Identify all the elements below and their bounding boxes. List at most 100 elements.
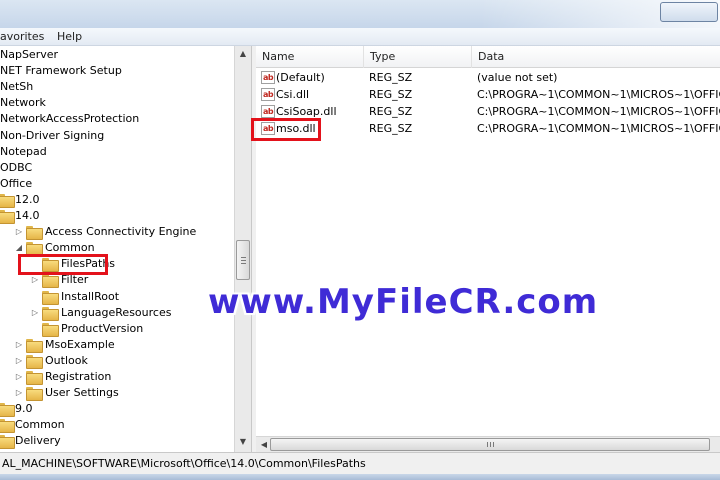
tree-node-label: 12.0 (15, 192, 40, 206)
tree-node-label: MsoExample (45, 337, 115, 351)
tree-node[interactable]: Notepad (0, 144, 234, 160)
tree-node-label: ProductVersion (61, 321, 144, 335)
tree-node[interactable]: Non-Driver Signing (0, 128, 234, 144)
tree-node[interactable]: Delivery (0, 433, 234, 450)
tree-node-label: NetworkAccessProtection (0, 112, 140, 126)
tree-node[interactable]: InstallRoot (0, 289, 234, 305)
list-horizontal-scrollbar[interactable]: ◀ (256, 436, 720, 452)
tree-vertical-scrollbar[interactable]: ▲ ▼ (234, 46, 251, 452)
string-value-icon: ab (261, 71, 275, 84)
tree-node-label: Outlook (45, 353, 88, 367)
registry-key-tree[interactable]: NapServer NET Framework Setup NetSh Network… (0, 46, 234, 452)
column-data[interactable]: Data (472, 46, 720, 68)
string-value-icon: ab (261, 88, 275, 101)
tree-node[interactable]: NapServer (0, 47, 234, 63)
tree-collapsed-arrow-icon[interactable]: ▷ (31, 276, 39, 284)
column-header: Name Type Data (256, 46, 720, 68)
scroll-thumb[interactable] (236, 240, 250, 280)
tree-node[interactable]: 12.0 (0, 192, 234, 208)
value-type: REG_SZ (369, 105, 413, 118)
tree-node[interactable]: ▷ Registration (0, 369, 234, 385)
tree-node-label: 9.0 (15, 402, 33, 416)
folder-icon (0, 435, 15, 450)
folder-icon (26, 387, 43, 402)
tree-node[interactable]: ▷ Access Connectivity Engine (0, 224, 234, 241)
scroll-up-arrow-icon[interactable]: ▲ (237, 48, 249, 60)
tree-node[interactable]: NetworkAccessProtection (0, 111, 234, 127)
scroll-down-arrow-icon[interactable]: ▼ (237, 436, 249, 448)
menu-favorites[interactable]: avorites (0, 30, 44, 43)
tree-node[interactable]: ▷ User Settings (0, 385, 234, 402)
highlight-box-filespaths (18, 254, 108, 275)
tree-node[interactable]: ▷ LanguageResources (0, 305, 234, 321)
scroll-left-arrow-icon[interactable]: ◀ (258, 439, 270, 451)
scroll-thumb[interactable] (270, 438, 710, 451)
tree-node[interactable]: NetSh (0, 79, 234, 95)
menu-bar: avorites Help (0, 28, 720, 46)
tree-node[interactable]: NET Framework Setup (0, 63, 234, 79)
folder-icon (42, 274, 59, 289)
tree-node[interactable]: ▷ MsoExample (0, 337, 234, 353)
column-name[interactable]: Name (256, 46, 364, 68)
value-type: REG_SZ (369, 71, 413, 84)
tree-node[interactable]: 14.0 (0, 208, 234, 224)
value-row[interactable]: ab Csi.dll REG_SZ C:\PROGRA~1\COMMON~1\MICR… (256, 86, 720, 103)
status-bar-key-path: AL_MACHINE\SOFTWARE\Microsoft\Office\14.… (0, 452, 720, 474)
tree-node-label: Office (0, 176, 33, 190)
value-type: REG_SZ (369, 88, 413, 101)
folder-icon (26, 242, 43, 257)
tree-node-label: LanguageResources (61, 305, 172, 319)
folder-icon (0, 193, 15, 208)
tree-node-label: Network (0, 96, 46, 110)
value-data: (value not set) (477, 71, 558, 84)
tree-node-label: InstallRoot (61, 289, 120, 303)
tree-node[interactable]: ProductVersion (0, 321, 234, 337)
menu-help[interactable]: Help (57, 30, 82, 43)
value-row[interactable]: ab CsiSoap.dll REG_SZ C:\PROGRA~1\COMMON~1\… (256, 103, 720, 120)
column-type[interactable]: Type (364, 46, 472, 68)
tree-node-label: ODBC (0, 160, 33, 174)
watermark-text: www.MyFileCR.com (208, 282, 599, 322)
tree-collapsed-arrow-icon[interactable]: ▷ (15, 228, 23, 236)
tree-node-label: Registration (45, 370, 112, 383)
folder-icon (42, 306, 59, 321)
folder-icon (26, 226, 43, 241)
tree-node[interactable]: Common (0, 417, 234, 434)
value-type: REG_SZ (369, 122, 413, 135)
value-data: C:\PROGRA~1\COMMON~1\MICROS~1\OFFICE14\ (477, 122, 720, 135)
value-row[interactable]: ab mso.dll REG_SZ C:\PROGRA~1\COMMON~1\MICR… (256, 120, 720, 137)
tree-node-label: NetSh (0, 80, 34, 94)
tree-node-label: Notepad (0, 144, 47, 158)
value-data: C:\PROGRA~1\COMMON~1\MICROS~1\OFFICE14\ (477, 105, 720, 118)
tree-node[interactable]: ODBC (0, 160, 234, 176)
window-controls[interactable] (660, 2, 718, 22)
tree-node-label: User Settings (45, 386, 119, 400)
tree-expanded-arrow-icon[interactable]: ◢ (15, 244, 23, 252)
folder-icon (42, 322, 59, 337)
tree-node[interactable]: ▷ Outlook (0, 353, 234, 369)
value-name: (Default) (276, 71, 325, 84)
tree-collapsed-arrow-icon[interactable]: ▷ (15, 389, 23, 397)
tree-node-label: 14.0 (15, 209, 40, 222)
folder-icon (26, 371, 43, 385)
tree-node[interactable]: Office (0, 176, 234, 192)
tree-node-label: NapServer (0, 48, 59, 61)
value-data: C:\PROGRA~1\COMMON~1\MICROS~1\OFFICE14\ (477, 88, 720, 101)
folder-icon (26, 338, 43, 353)
tree-node-label: Delivery (15, 434, 61, 448)
tree-node-label: Common (15, 418, 65, 432)
tree-collapsed-arrow-icon[interactable]: ▷ (15, 340, 23, 349)
tree-node-label: NET Framework Setup (0, 64, 122, 78)
tree-collapsed-arrow-icon[interactable]: ▷ (15, 356, 23, 365)
tree-collapsed-arrow-icon[interactable]: ▷ (15, 373, 23, 381)
tree-collapsed-arrow-icon[interactable]: ▷ (31, 308, 39, 317)
tree-node[interactable]: 9.0 (0, 401, 234, 418)
tree-node-label: Non-Driver Signing (0, 128, 105, 142)
folder-icon (0, 419, 15, 434)
value-row[interactable]: ab (Default) REG_SZ (value not set) (256, 69, 720, 86)
value-name: Csi.dll (276, 88, 310, 101)
title-bar (0, 0, 720, 28)
registry-values-list[interactable]: Name Type Data ab (Default) REG_SZ (value n… (256, 46, 720, 436)
folder-icon (0, 210, 15, 224)
tree-node[interactable]: Network (0, 95, 234, 111)
